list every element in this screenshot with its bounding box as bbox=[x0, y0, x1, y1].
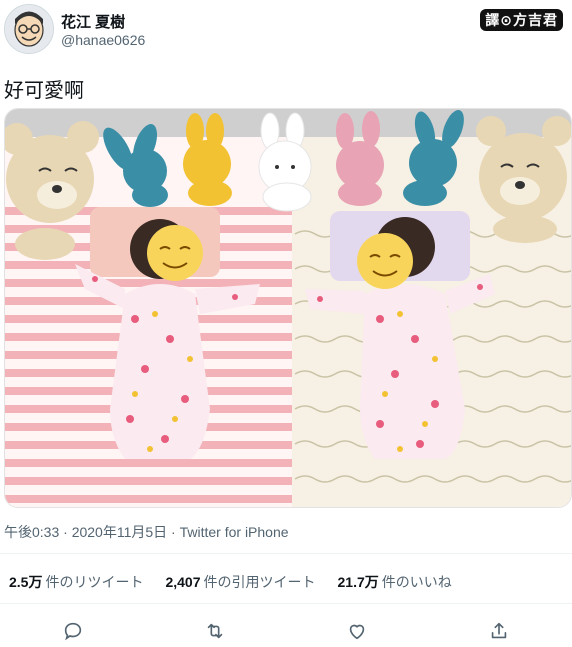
tweet-photo[interactable] bbox=[4, 108, 572, 508]
user-handle[interactable]: @hanae0626 bbox=[61, 32, 145, 48]
display-name[interactable]: 花江 夏樹 bbox=[61, 11, 125, 32]
quotes-label: 件の引用ツイート bbox=[203, 574, 316, 590]
reply-button[interactable] bbox=[62, 620, 84, 642]
avatar[interactable] bbox=[4, 4, 54, 54]
quotes-stat[interactable]: 2,407 件の引用ツイート bbox=[165, 572, 315, 592]
likes-stat[interactable]: 21.7万 件のいいね bbox=[338, 572, 452, 592]
likes-label: 件のいいね bbox=[381, 574, 452, 590]
tweet-actions bbox=[0, 620, 572, 642]
babies-photo bbox=[5, 109, 571, 507]
share-button[interactable] bbox=[488, 620, 510, 642]
retweets-stat[interactable]: 2.5万 件のリツイート bbox=[9, 572, 143, 592]
share-icon bbox=[491, 622, 507, 639]
divider bbox=[0, 603, 572, 604]
retweets-count: 2.5万 bbox=[9, 574, 43, 590]
likes-count: 21.7万 bbox=[337, 574, 379, 590]
tweet-timestamp[interactable]: 午後0:33 · 2020年11月5日 · Twitter for iPhone bbox=[4, 522, 289, 542]
tweet-text: 好可愛啊 bbox=[4, 80, 84, 102]
retweet-button[interactable] bbox=[204, 620, 226, 642]
reply-icon bbox=[64, 622, 82, 641]
retweet-icon bbox=[207, 623, 223, 639]
retweets-label: 件のリツイート bbox=[45, 574, 144, 590]
like-icon bbox=[349, 624, 365, 640]
emoji-face-cover bbox=[147, 225, 203, 281]
emoji-face-cover bbox=[357, 233, 413, 289]
user-avatar-icon bbox=[5, 5, 53, 53]
watermark: 譯⊙方吉君 bbox=[480, 9, 563, 31]
like-button[interactable] bbox=[346, 620, 368, 642]
divider bbox=[0, 553, 572, 554]
engagement-stats: 2.5万 件のリツイート 2,407 件の引用ツイート 21.7万 件のいいね bbox=[9, 572, 452, 592]
quotes-count: 2,407 bbox=[165, 574, 201, 590]
